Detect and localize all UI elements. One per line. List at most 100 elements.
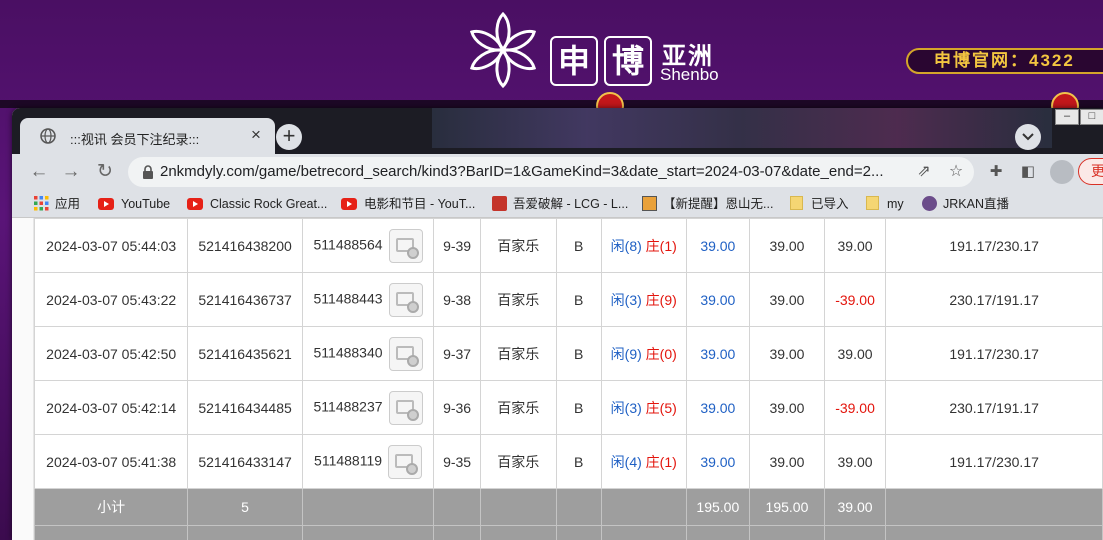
bookmark-label: 已导入 [811, 197, 849, 211]
hall-code: B [555, 380, 602, 435]
balance: 191.17/230.17 [885, 434, 1103, 489]
browser-window: :::视讯 会员下注纪录::: × + – □ ← → ↻ 2nkmdyly.c… [12, 108, 1103, 540]
bookmark-52pojie[interactable]: 吾爱破解 - LCG - L... [492, 195, 628, 213]
bookmark-youtube-movies[interactable]: 电影和节目 - YouT... [341, 195, 475, 213]
video-replay-icon[interactable] [388, 228, 423, 263]
right-icon [642, 196, 657, 211]
empty-cell [33, 525, 189, 540]
extensions-puzzle-icon[interactable]: ✚ [987, 163, 1005, 181]
maximize-button[interactable]: □ [1080, 109, 1103, 125]
game-name: 百家乐 [479, 434, 557, 489]
game-name: 百家乐 [479, 326, 557, 381]
address-bar[interactable]: 2nkmdyly.com/game/betrecord_search/kind3… [128, 157, 974, 187]
tab-close-icon[interactable]: × [251, 125, 261, 145]
hall-code: B [555, 218, 602, 273]
side-panel-icon[interactable]: ◧ [1019, 163, 1037, 181]
table-number: 9-35 [433, 434, 481, 489]
flower-logo-icon [469, 11, 537, 89]
share-icon[interactable]: ⇗ [914, 162, 934, 182]
bet-amount: 39.00 [685, 380, 751, 435]
table-number: 9-37 [433, 326, 481, 381]
banker-result: 庄(5) [645, 399, 677, 416]
win-loss: -39.00 [823, 272, 887, 327]
star-icon[interactable]: ☆ [946, 162, 966, 182]
reload-icon[interactable]: ↻ [94, 161, 116, 183]
bet-time: 2024-03-07 05:42:50 [33, 326, 189, 381]
bookmark-label: 【新提醒】恩山无... [663, 197, 774, 211]
tab-search-button[interactable] [1015, 124, 1041, 150]
player-result: 闲(3) [610, 291, 642, 308]
bookmark-classic-rock[interactable]: Classic Rock Great... [187, 195, 327, 213]
bookmark-folder-imported[interactable]: 已导入 [790, 195, 849, 213]
bookmark-right[interactable]: 【新提醒】恩山无... [642, 195, 773, 213]
bookmark-folder-my[interactable]: my [866, 195, 904, 213]
minimize-button[interactable]: – [1055, 109, 1079, 125]
empty-cell [685, 525, 751, 540]
update-button[interactable]: 更 [1078, 158, 1103, 185]
banker-result: 庄(9) [645, 291, 677, 308]
site-stripe [0, 100, 1103, 108]
round-id-cell: 511488443 [301, 272, 435, 327]
profile-avatar[interactable] [1050, 160, 1074, 184]
bookmarks-bar: 应用 YouTube Classic Rock Great... 电影和节目 -… [12, 190, 1103, 218]
browser-toolbar: ← → ↻ 2nkmdyly.com/game/betrecord_search… [12, 154, 1103, 190]
round-id-cell: 511488119 [301, 434, 435, 489]
bookmark-label: 电影和节目 - YouT... [364, 197, 476, 211]
round-id-cell: 511488564 [301, 218, 435, 273]
empty-cell [479, 525, 557, 540]
bet-id: 521416435621 [187, 326, 303, 381]
forward-arrow-icon[interactable]: → [60, 161, 82, 183]
video-replay-icon[interactable] [388, 282, 423, 317]
subtotal-valid: 195.00 [749, 488, 825, 526]
shenbo-logo[interactable]: 申 博 亚洲 Shenbo [462, 10, 722, 90]
apps-grid-icon [34, 196, 49, 211]
tab-active[interactable]: :::视讯 会员下注纪录::: × [20, 118, 275, 154]
official-site-banner[interactable]: 申博官网：4322 [906, 48, 1103, 74]
empty-cell [823, 525, 887, 540]
empty-cell [885, 525, 1103, 540]
subtotal-bet: 195.00 [685, 488, 751, 526]
hall-code: B [555, 434, 602, 489]
subtotal-label: 小计 [33, 488, 189, 526]
round-id: 511488340 [313, 344, 383, 361]
table-number: 9-38 [433, 272, 481, 327]
result-cell: 闲(8) 庄(1) [600, 218, 687, 273]
empty-cell [301, 488, 435, 526]
valid-bet: 39.00 [749, 434, 825, 489]
globe-icon [40, 128, 56, 144]
bet-time: 2024-03-07 05:43:22 [33, 272, 189, 327]
bookmark-label: 吾爱破解 - LCG - L... [513, 197, 629, 211]
empty-cell [749, 525, 825, 540]
result-cell: 闲(3) 庄(5) [600, 380, 687, 435]
empty-cell [433, 488, 481, 526]
game-name: 百家乐 [479, 380, 557, 435]
logo-english-text: Shenbo [660, 65, 719, 84]
bet-time: 2024-03-07 05:41:38 [33, 434, 189, 489]
balance: 230.17/191.17 [885, 380, 1103, 435]
empty-cell [301, 525, 435, 540]
bet-id: 521416436737 [187, 272, 303, 327]
background-page-blur [432, 108, 1052, 148]
left-gutter [12, 218, 34, 540]
youtube-icon [341, 198, 357, 210]
game-name: 百家乐 [479, 218, 557, 273]
bookmark-jrkan[interactable]: JRKAN直播 [922, 195, 1009, 213]
bookmark-label: 应用 [55, 197, 81, 211]
video-replay-icon[interactable] [388, 444, 423, 479]
logo-char-2: 博 [604, 36, 652, 86]
win-loss: 39.00 [823, 434, 887, 489]
round-id-cell: 511488340 [301, 326, 435, 381]
back-arrow-icon[interactable]: ← [28, 161, 50, 183]
bookmark-apps[interactable]: 应用 [34, 195, 80, 213]
bookmark-youtube[interactable]: YouTube [98, 195, 170, 213]
table-row: 2024-03-07 05:42:14 521416434485 511488237… [33, 380, 1103, 435]
url-text[interactable]: 2nkmdyly.com/game/betrecord_search/kind3… [160, 163, 900, 180]
new-tab-button[interactable]: + [276, 124, 302, 150]
empty-cell [433, 525, 481, 540]
youtube-icon [98, 198, 114, 210]
bookmark-label: JRKAN直播 [943, 197, 1009, 211]
empty-cell [885, 488, 1103, 526]
video-replay-icon[interactable] [388, 336, 423, 371]
folder-icon [866, 196, 879, 210]
video-replay-icon[interactable] [388, 390, 423, 425]
